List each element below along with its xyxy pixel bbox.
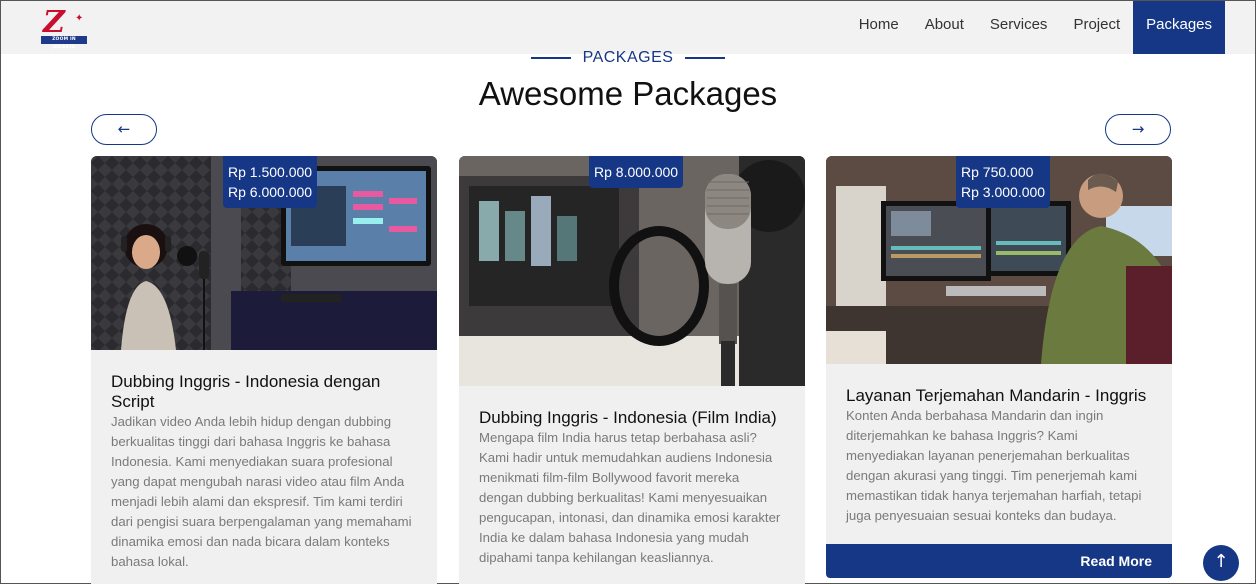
package-card[interactable]: Rp 1.500.000 Rp 6.000.000 Dubbing Inggri… [91, 156, 437, 584]
section-tag: PACKAGES [1, 49, 1255, 67]
card-body: Layanan Terjemahan Mandarin - Inggris Ko… [826, 364, 1172, 526]
arrow-left-icon: ← [117, 120, 131, 138]
card-body: Dubbing Inggris - Indonesia dengan Scrip… [91, 350, 437, 572]
price-badge: Rp 8.000.000 [589, 156, 684, 188]
tag-divider-right [685, 56, 726, 59]
logo-z-mark: Z [43, 5, 65, 40]
read-more-button[interactable]: Read More [826, 544, 1172, 578]
carousel-prev-button[interactable]: ← [91, 114, 157, 145]
card-title[interactable]: Layanan Terjemahan Mandarin - Inggris [846, 386, 1152, 406]
package-image-recording-studio: Rp 1.500.000 Rp 6.000.000 [91, 156, 437, 350]
price-max: Rp 3.000.000 [961, 184, 1046, 200]
card-description: Jadikan video Anda lebih hidup dengan du… [111, 414, 412, 569]
card-title[interactable]: Dubbing Inggris - Indonesia (Film India) [479, 408, 785, 428]
section-title: Awesome Packages [478, 75, 778, 112]
card-title[interactable]: Dubbing Inggris - Indonesia dengan Scrip… [111, 372, 417, 412]
section-tag-label: PACKAGES [582, 49, 674, 66]
tag-divider-left [530, 56, 571, 59]
main-nav: Home About Services Project Packages [846, 1, 1225, 54]
top-navbar: Z ✦ ZOOM IN JAKARTA Home About Services … [1, 1, 1255, 54]
nav-about[interactable]: About [912, 1, 977, 54]
package-card[interactable]: Rp 750.000 Rp 3.000.000 Layanan Terjemah… [826, 156, 1172, 546]
card-description: Konten Anda berbahasa Mandarin dan ingin… [846, 408, 1142, 523]
nav-packages[interactable]: Packages [1133, 1, 1225, 54]
price-min: Rp 1.500.000 [228, 164, 313, 180]
nav-services[interactable]: Services [977, 1, 1061, 54]
nav-project[interactable]: Project [1060, 1, 1133, 54]
price-value: Rp 8.000.000 [594, 164, 679, 180]
price-min: Rp 750.000 [961, 164, 1034, 180]
scroll-to-top-button[interactable]: ↑ [1203, 545, 1239, 581]
arrow-right-icon: → [1131, 120, 1145, 138]
carousel-next-button[interactable]: → [1105, 114, 1171, 145]
package-card[interactable]: Rp 8.000.000 Dubbing Inggris - Indonesia… [459, 156, 805, 584]
price-max: Rp 6.000.000 [228, 184, 313, 200]
site-logo[interactable]: Z ✦ ZOOM IN JAKARTA [41, 5, 89, 50]
card-body: Dubbing Inggris - Indonesia (Film India)… [459, 386, 805, 568]
logo-tagline: ZOOM IN JAKARTA [41, 36, 87, 50]
price-badge: Rp 1.500.000 Rp 6.000.000 [223, 156, 318, 208]
logo-star-icon: ✦ [75, 13, 84, 24]
arrow-up-icon: ↑ [1213, 551, 1229, 572]
card-description: Mengapa film India harus tetap berbahasa… [479, 430, 781, 565]
price-badge: Rp 750.000 Rp 3.000.000 [956, 156, 1051, 208]
nav-home[interactable]: Home [846, 1, 912, 54]
package-image-microphone: Rp 8.000.000 [459, 156, 805, 386]
package-image-editor-desk: Rp 750.000 Rp 3.000.000 [826, 156, 1172, 364]
